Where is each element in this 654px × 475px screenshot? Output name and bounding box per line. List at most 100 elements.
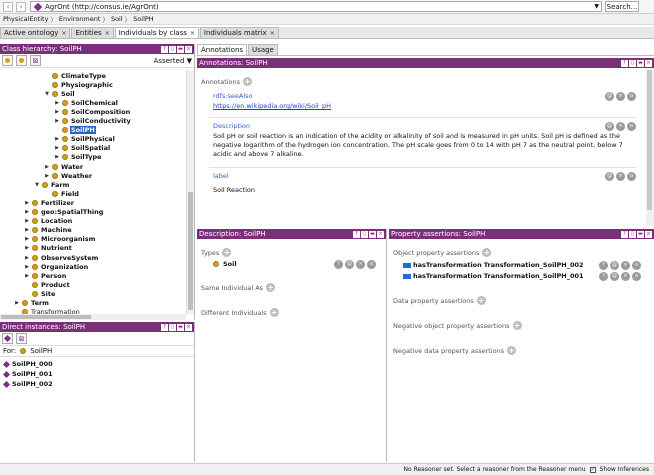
expand-icon[interactable]: ▶: [24, 255, 30, 261]
add-data-assertion-button[interactable]: +: [476, 296, 486, 305]
expand-icon[interactable]: ▶: [54, 136, 60, 142]
back-button[interactable]: ‹: [3, 1, 13, 12]
expand-icon[interactable]: ▶: [24, 245, 30, 251]
add-different-individual-button[interactable]: +: [269, 308, 279, 317]
expand-icon[interactable]: ▶: [24, 273, 30, 279]
scrollbar[interactable]: [646, 68, 654, 226]
tree-node[interactable]: ▶ SoilSpatial: [54, 144, 111, 153]
tree-node[interactable]: ▶ SoilChemical: [54, 98, 119, 107]
tree-node[interactable]: ▶ geo:SpatialThing: [24, 208, 104, 217]
add-negative-object-assertion-button[interactable]: +: [512, 321, 522, 330]
object-assertion-item[interactable]: hasTransformation Transformation_SoilPH_…: [403, 261, 584, 269]
close-icon[interactable]: ×: [185, 323, 192, 331]
help-icon[interactable]: ?: [353, 230, 360, 238]
tree-node[interactable]: ▶ Weather: [44, 171, 93, 180]
close-icon[interactable]: ×: [105, 30, 110, 37]
breadcrumb-item[interactable]: PhysicalEntity: [2, 15, 49, 23]
edit-icon[interactable]: @: [610, 261, 619, 270]
help-icon[interactable]: ?: [161, 323, 168, 331]
expand-icon[interactable]: ▶: [14, 300, 20, 306]
minimize-icon[interactable]: ▬: [177, 45, 184, 53]
ontology-selector[interactable]: AgrOnt (http://consus.ie/AgrOnt) ▼: [30, 1, 602, 12]
delete-icon[interactable]: ×: [621, 272, 630, 281]
tree-node[interactable]: ▶ Organization: [24, 262, 89, 271]
list-item[interactable]: SoilPH_000: [0, 359, 194, 369]
tree-node[interactable]: ▼ Farm: [34, 180, 70, 189]
properties-icon[interactable]: o: [632, 261, 641, 270]
tree-node[interactable]: ▶ SoilType: [54, 153, 103, 162]
add-negative-data-assertion-button[interactable]: +: [507, 346, 517, 355]
properties-icon[interactable]: o: [627, 172, 636, 181]
edit-icon[interactable]: @: [610, 272, 619, 281]
chevron-down-icon[interactable]: ▼: [594, 3, 599, 10]
expand-icon[interactable]: ▶: [44, 173, 50, 179]
edit-icon[interactable]: @: [605, 92, 614, 101]
expand-icon[interactable]: ▶: [24, 227, 30, 233]
tree-node[interactable]: ▶ ObserveSystem: [24, 253, 99, 262]
tab-usage[interactable]: Usage: [248, 44, 278, 55]
list-item[interactable]: SoilPH_001: [0, 369, 194, 379]
minimize-icon[interactable]: ▬: [637, 230, 644, 238]
tree-node[interactable]: ▶ Water: [44, 162, 84, 171]
delete-icon[interactable]: ×: [616, 122, 625, 131]
expand-icon[interactable]: ▶: [24, 218, 30, 224]
add-type-button[interactable]: +: [222, 248, 232, 257]
split-icon[interactable]: ▯: [169, 45, 176, 53]
tree-node[interactable]: ▶ Term: [14, 299, 50, 308]
tree-node[interactable]: Product: [24, 280, 71, 289]
delete-icon[interactable]: ×: [356, 260, 365, 269]
delete-class-button[interactable]: ⊠: [30, 55, 41, 66]
collapse-icon[interactable]: ▼: [34, 182, 40, 188]
tree-node[interactable]: Field: [44, 189, 80, 198]
expand-icon[interactable]: ▶: [24, 236, 30, 242]
minimize-icon[interactable]: ▬: [369, 230, 376, 238]
add-individual-button[interactable]: [2, 333, 13, 344]
add-sibling-button[interactable]: [16, 55, 27, 66]
properties-icon[interactable]: o: [632, 272, 641, 281]
tree-node[interactable]: ▶ Location: [24, 217, 73, 226]
tree-node[interactable]: ▶ SoilPhysical: [54, 135, 116, 144]
edit-icon[interactable]: @: [345, 260, 354, 269]
tab-annotations[interactable]: Annotations: [197, 44, 248, 55]
scrollbar-horizontal[interactable]: [0, 314, 186, 320]
close-icon[interactable]: ×: [270, 30, 275, 37]
forward-button[interactable]: ›: [16, 1, 26, 12]
tree-node[interactable]: Site: [24, 289, 56, 298]
split-icon[interactable]: ▯: [169, 323, 176, 331]
properties-icon[interactable]: o: [367, 260, 376, 269]
breadcrumb-item[interactable]: Environment: [58, 15, 102, 23]
tree-node[interactable]: ▶ Fertilizer: [24, 198, 75, 207]
delete-icon[interactable]: ×: [616, 92, 625, 101]
explain-icon[interactable]: ?: [599, 261, 608, 270]
delete-individual-button[interactable]: ⊠: [16, 333, 27, 344]
tree-node[interactable]: ▶ SoilConductivity: [54, 117, 132, 126]
explain-icon[interactable]: ?: [599, 272, 608, 281]
tree-node[interactable]: ▶ Microorganism: [24, 235, 96, 244]
expand-icon[interactable]: ▶: [54, 145, 60, 151]
delete-icon[interactable]: ×: [616, 172, 625, 181]
expand-icon[interactable]: ▶: [44, 164, 50, 170]
breadcrumb-item[interactable]: SoilPH: [132, 15, 155, 23]
tree-node[interactable]: ▶ Machine: [24, 226, 73, 235]
close-icon[interactable]: ×: [61, 30, 66, 37]
help-icon[interactable]: ?: [621, 230, 628, 238]
object-assertion-item[interactable]: hasTransformation Transformation_SoilPH_…: [403, 272, 584, 280]
type-item[interactable]: Soil: [211, 260, 237, 268]
expand-icon[interactable]: ▶: [24, 200, 30, 206]
hierarchy-mode-select[interactable]: Asserted ▼: [154, 57, 192, 65]
add-annotation-button[interactable]: +: [243, 77, 253, 86]
collapse-icon[interactable]: ▼: [44, 91, 50, 97]
minimize-icon[interactable]: ▬: [637, 59, 644, 67]
help-icon[interactable]: ?: [621, 59, 628, 67]
tree-node[interactable]: ▶ Nutrient: [24, 244, 73, 253]
minimize-icon[interactable]: ▬: [177, 323, 184, 331]
expand-icon[interactable]: ▶: [24, 209, 30, 215]
help-icon[interactable]: ?: [161, 45, 168, 53]
split-icon[interactable]: ▯: [629, 230, 636, 238]
add-object-assertion-button[interactable]: +: [482, 248, 492, 257]
tree-node[interactable]: ▶ Person: [24, 271, 67, 280]
tab-individuals-matrix[interactable]: Individuals matrix ×: [199, 27, 279, 38]
tab-active-ontology[interactable]: Active ontology ×: [0, 27, 71, 38]
edit-icon[interactable]: @: [605, 122, 614, 131]
show-inferences-checkbox[interactable]: ✓: [589, 466, 596, 473]
